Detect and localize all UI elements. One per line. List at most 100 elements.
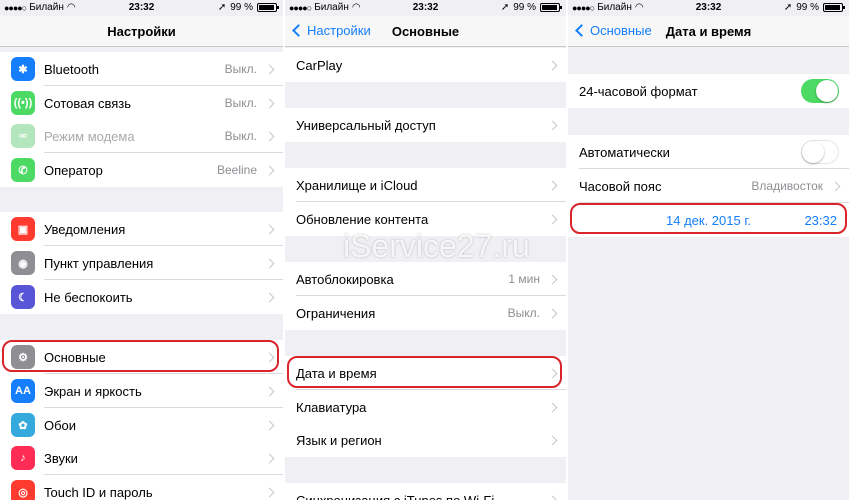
highlight-outline (2, 340, 279, 372)
settings-row[interactable]: ∞ Режим модема Выкл. (0, 119, 283, 153)
battery-icon (540, 3, 562, 12)
settings-row-label: Режим модема (44, 128, 135, 144)
chevron-right-icon (264, 420, 275, 430)
general-row[interactable]: Ограничения Выкл. (285, 296, 566, 330)
control-center-icon: ◉ (11, 251, 35, 275)
status-bar: ●●●●○ Билайн ◠ 23:32 ➚ 99 % (568, 0, 849, 16)
page-title: Дата и время (665, 24, 752, 39)
general-row[interactable]: Язык и регион (285, 423, 566, 457)
chevron-right-icon (547, 402, 558, 412)
chevron-right-icon (547, 308, 558, 318)
moon-icon: ☾ (11, 285, 35, 309)
settings-row-label: Bluetooth (44, 61, 99, 77)
settings-row[interactable]: ♪ Звуки (0, 441, 283, 475)
battery-icon (823, 3, 845, 12)
page-title: Настройки (107, 24, 176, 39)
icon-glyph: ☾ (18, 291, 28, 304)
general-row-label: Хранилище и iCloud (296, 177, 418, 193)
settings-row[interactable]: ◎ Touch ID и пароль (0, 475, 283, 500)
settings-screen: ●●●●○ Билайн ◠ 23:32 ➚ 99 % Настройки ✱ Blue… (0, 0, 283, 500)
status-bar: ●●●●○ Билайн ◠ 23:32 ➚ 99 % (285, 0, 566, 16)
auto-row: Автоматически (568, 135, 849, 169)
chevron-right-icon (547, 495, 558, 500)
location-icon: ➚ (500, 2, 510, 13)
settings-row-value: Выкл. (224, 129, 257, 143)
format24-row: 24-часовой формат (568, 74, 849, 108)
icon-glyph: ✆ (18, 164, 28, 177)
general-row-label: CarPlay (296, 57, 343, 73)
general-row[interactable]: CarPlay (285, 48, 566, 82)
settings-row-label: Звуки (44, 450, 78, 466)
auto-toggle[interactable] (801, 140, 839, 164)
general-row-value: Выкл. (507, 306, 540, 320)
battery-percent: 99 % (230, 2, 253, 13)
settings-row-label: Обои (44, 417, 77, 433)
datetime-screen: ●●●●○ Билайн ◠ 23:32 ➚ 99 % Основные Дата и… (568, 0, 849, 500)
format24-label: 24-часовой формат (579, 83, 698, 99)
icon-glyph: ◉ (18, 257, 28, 270)
settings-row[interactable]: ◉ Пункт управления (0, 246, 283, 280)
chevron-right-icon (547, 180, 558, 190)
chevron-right-icon (264, 386, 275, 396)
highlight-outline (570, 203, 847, 234)
settings-row[interactable]: AA Экран и яркость (0, 374, 283, 408)
icon-glyph: ✱ (18, 63, 28, 76)
hotspot-icon: ∞ (11, 124, 35, 148)
battery-icon (257, 3, 279, 12)
display-icon: AA (11, 379, 35, 403)
chevron-right-icon (547, 214, 558, 224)
general-row[interactable]: Автоблокировка 1 мин (285, 262, 566, 296)
settings-row[interactable]: ▣ Уведомления (0, 212, 283, 246)
general-row-value: 1 мин (508, 272, 540, 286)
icon-glyph: ✿ (18, 419, 28, 432)
nav-bar: Настройки Основные (285, 16, 566, 47)
general-row-label: Универсальный доступ (296, 117, 436, 133)
toggle-knob (816, 80, 838, 102)
general-row-label: Язык и регион (296, 432, 382, 448)
general-row[interactable]: Синхронизация с iTunes по Wi-Fi (285, 483, 566, 500)
general-row-label: Автоблокировка (296, 271, 394, 287)
sounds-icon: ♪ (11, 446, 35, 470)
settings-row[interactable]: ☾ Не беспокоить (0, 280, 283, 314)
toggle-knob (802, 141, 824, 163)
chevron-right-icon (547, 60, 558, 70)
general-row[interactable]: Универсальный доступ (285, 108, 566, 142)
settings-row-label: Оператор (44, 162, 103, 178)
icon-glyph: ((•)) (13, 97, 33, 109)
settings-row-label: Уведомления (44, 221, 126, 237)
nav-bar: Настройки (0, 16, 283, 47)
settings-row-label: Touch ID и пароль (44, 484, 153, 500)
chevron-right-icon (547, 435, 558, 445)
timezone-value: Владивосток (751, 179, 823, 193)
settings-row[interactable]: ((•)) Сотовая связь Выкл. (0, 86, 283, 120)
settings-row[interactable]: ✿ Обои (0, 408, 283, 442)
battery-percent: 99 % (796, 2, 819, 13)
fingerprint-icon: ◎ (11, 480, 35, 500)
general-row[interactable]: Хранилище и iCloud (285, 168, 566, 202)
page-title: Основные (391, 24, 460, 39)
chevron-right-icon (264, 224, 275, 234)
location-icon: ➚ (783, 2, 793, 13)
general-row-label: Клавиатура (296, 399, 367, 415)
icon-glyph: ▣ (17, 223, 29, 236)
timezone-row[interactable]: Часовой пояс Владивосток (568, 169, 849, 203)
settings-row[interactable]: ✱ Bluetooth Выкл. (0, 52, 283, 86)
notifications-icon: ▣ (11, 217, 35, 241)
chevron-right-icon (264, 131, 275, 141)
highlight-outline (287, 356, 562, 388)
phone-icon: ✆ (11, 158, 35, 182)
wallpaper-icon: ✿ (11, 413, 35, 437)
settings-row-label: Сотовая связь (44, 95, 132, 111)
general-row-label: Синхронизация с iTunes по Wi-Fi (296, 492, 495, 500)
settings-row-value: Выкл. (224, 96, 257, 110)
timezone-label: Часовой пояс (579, 178, 662, 194)
format24-toggle[interactable] (801, 79, 839, 103)
general-row-label: Обновление контента (296, 211, 429, 227)
icon-glyph: AA (15, 385, 31, 397)
icon-glyph: ♪ (20, 452, 26, 464)
settings-row[interactable]: ✆ Оператор Beeline (0, 153, 283, 187)
status-bar: ●●●●○ Билайн ◠ 23:32 ➚ 99 % (0, 0, 283, 16)
settings-row-label: Не беспокоить (44, 289, 133, 305)
general-row[interactable]: Клавиатура (285, 390, 566, 424)
icon-glyph: ∞ (19, 130, 27, 142)
